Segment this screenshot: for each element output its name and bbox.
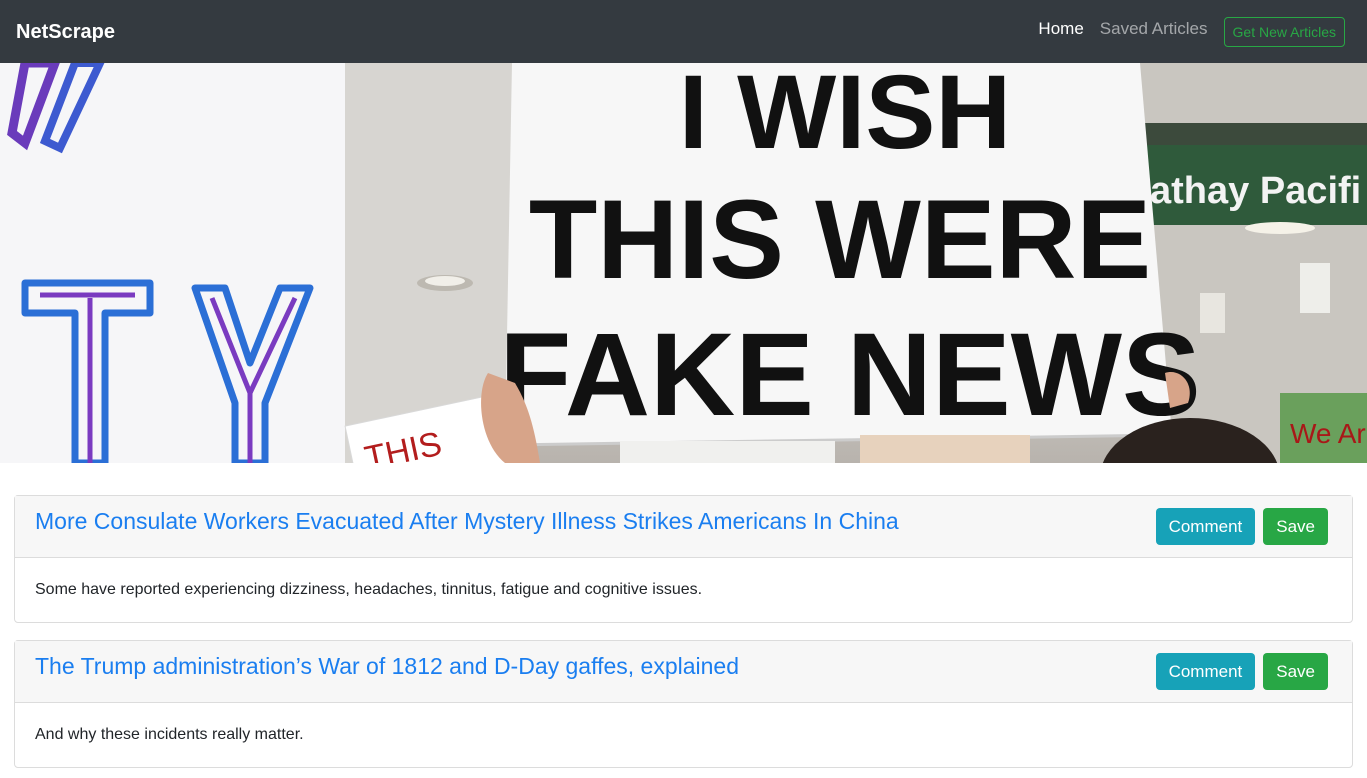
sign-line-3: FAKE NEWS [499, 309, 1201, 441]
hero-image: THIS I WISH THIS WERE FAKE NEWS athay Pa… [0, 63, 1367, 463]
get-new-articles-button[interactable]: Get New Articles [1223, 16, 1345, 47]
article-actions: Comment Save [1155, 653, 1328, 690]
article-title-link[interactable]: More Consulate Workers Evacuated After M… [35, 508, 899, 535]
save-button[interactable]: Save [1263, 508, 1328, 545]
save-button[interactable]: Save [1263, 653, 1328, 690]
article-summary: Some have reported experiencing dizzines… [35, 581, 703, 598]
hero-photo: THIS I WISH THIS WERE FAKE NEWS athay Pa… [0, 63, 1367, 463]
navbar: NetScrape Home Saved Articles Get New Ar… [0, 0, 1367, 63]
background-sign-text: athay Pacifi [1150, 170, 1361, 212]
sign-line-2: THIS WERE [529, 177, 1151, 302]
comment-button[interactable]: Comment [1155, 653, 1256, 690]
articles-list: More Consulate Workers Evacuated After M… [0, 463, 1367, 768]
article-actions: Comment Save [1155, 508, 1328, 545]
article-card: More Consulate Workers Evacuated After M… [14, 495, 1353, 623]
article-card: The Trump administration’s War of 1812 a… [14, 640, 1353, 768]
nav-home-link[interactable]: Home [1038, 19, 1083, 39]
article-title-link[interactable]: The Trump administration’s War of 1812 a… [35, 653, 739, 680]
article-header: The Trump administration’s War of 1812 a… [15, 641, 1352, 703]
corner-sign-text: We Ar [1290, 418, 1366, 449]
article-body: Some have reported experiencing dizzines… [15, 558, 1352, 622]
brand-link[interactable]: NetScrape [16, 21, 115, 44]
nav-links: Home Saved Articles Get New Articles [1038, 0, 1345, 63]
article-header: More Consulate Workers Evacuated After M… [15, 496, 1352, 558]
comment-button[interactable]: Comment [1155, 508, 1256, 545]
article-summary: And why these incidents really matter. [35, 726, 304, 743]
article-body: And why these incidents really matter. [15, 703, 1352, 767]
sign-line-1: I WISH [679, 63, 1011, 171]
nav-saved-articles-link[interactable]: Saved Articles [1100, 19, 1208, 39]
